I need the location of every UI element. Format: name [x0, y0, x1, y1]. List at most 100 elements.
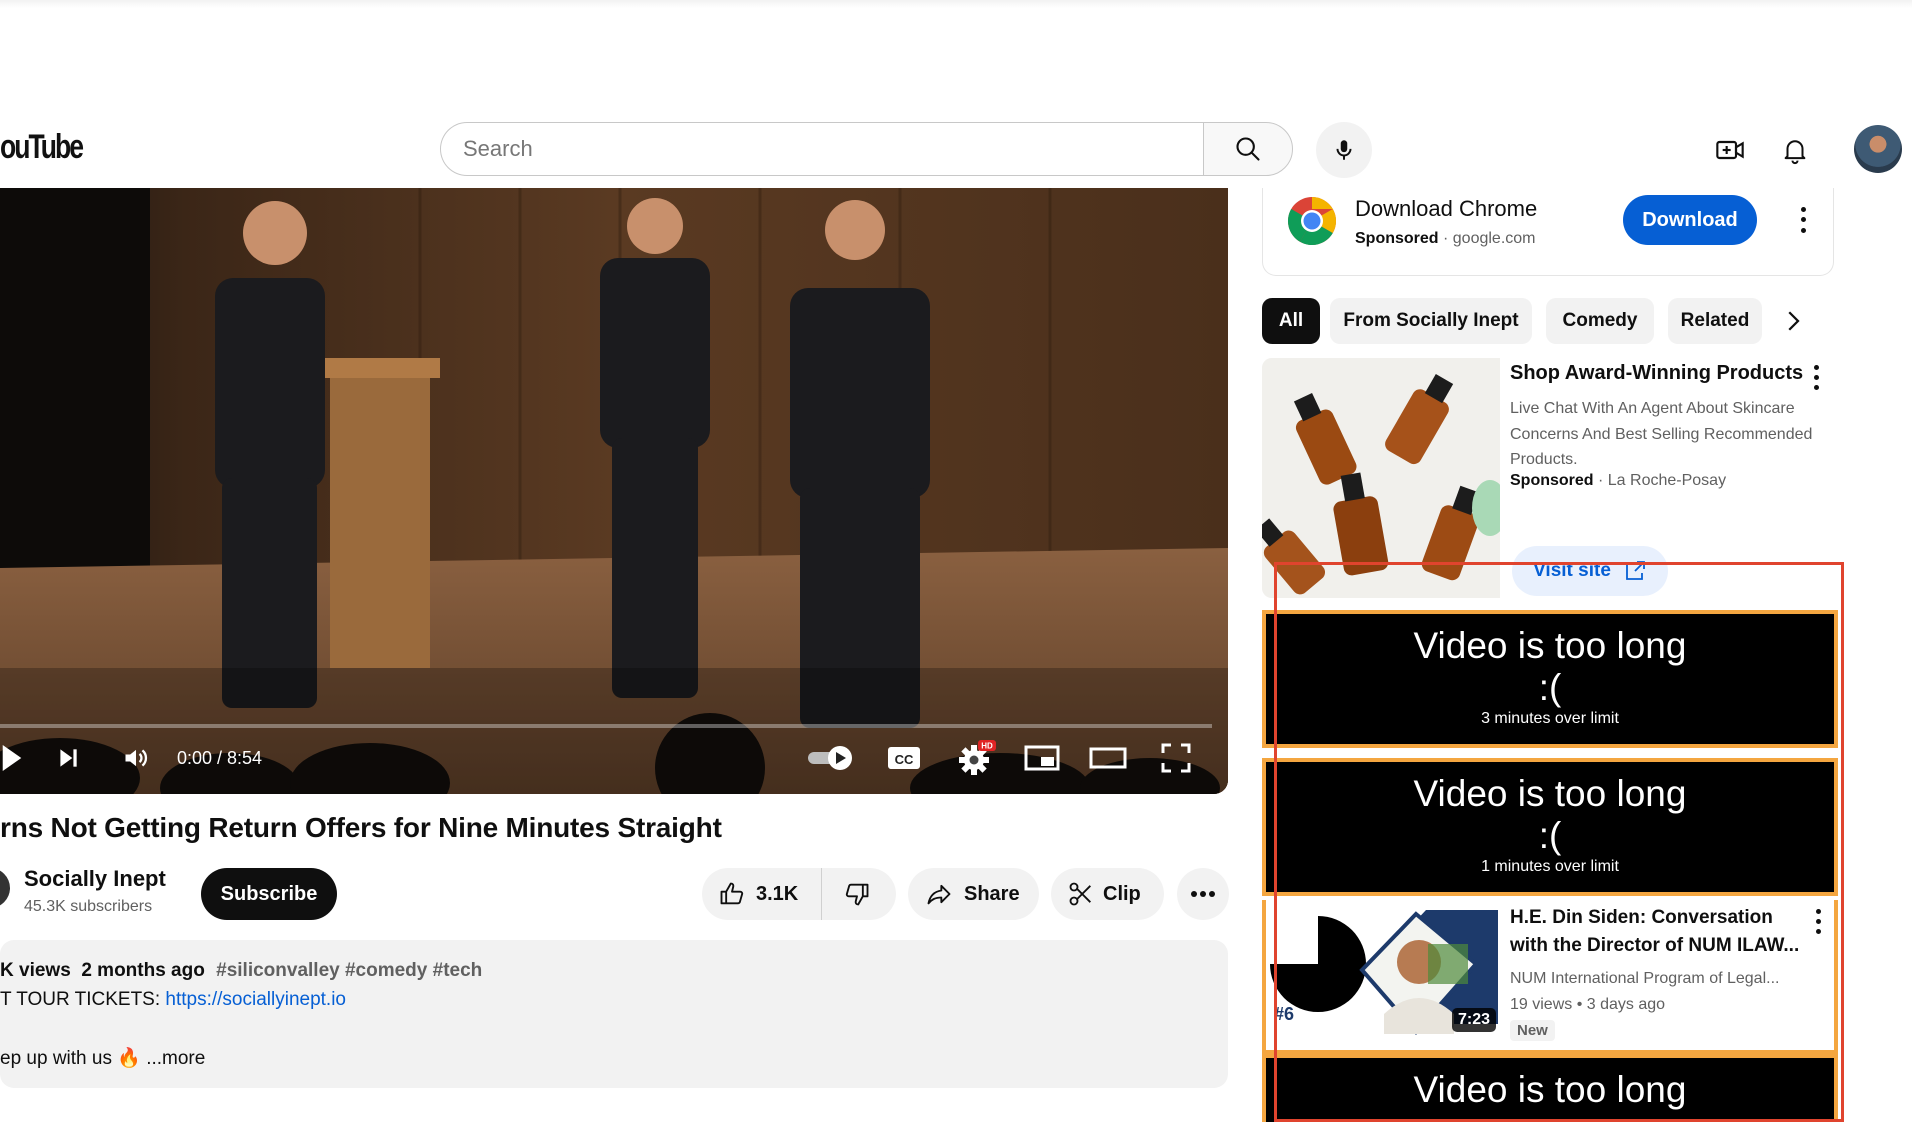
website-link[interactable]: https://sociallyinept.io: [165, 989, 346, 1010]
tour-tickets-text: T TOUR TICKETS:: [0, 989, 166, 1010]
cc-icon: CC: [888, 747, 920, 769]
autoplay-toggle-icon: [808, 746, 852, 770]
chip-all[interactable]: All: [1262, 298, 1320, 344]
like-count: 3.1K: [756, 882, 799, 905]
thumbs-up-icon: [720, 882, 744, 905]
show-more-link[interactable]: ...more: [146, 1048, 205, 1069]
video-item-age: 3 days ago: [1586, 996, 1666, 1013]
kebab-dot: [1800, 217, 1806, 223]
blocked-video-card: Video is too long :( 3 minutes over limi…: [1262, 610, 1838, 748]
download-button[interactable]: Download: [1623, 195, 1757, 245]
blocked-title: Video is too long: [1413, 773, 1687, 814]
channel-name[interactable]: Socially Inept: [24, 866, 166, 892]
kebab-dot: [1815, 918, 1821, 924]
sponsored-label: Sponsored: [1510, 472, 1594, 489]
ad-domain: google.com: [1452, 230, 1536, 247]
sponsored-product-meta: Sponsored · La Roche-Posay: [1510, 472, 1727, 489]
advertiser-name: La Roche-Posay: [1607, 472, 1727, 489]
chevron-right-icon: [1788, 311, 1800, 331]
sponsored-product-thumbnail[interactable]: [1262, 358, 1500, 598]
chip-related[interactable]: Related: [1668, 298, 1762, 344]
sponsored-menu-button[interactable]: [1804, 362, 1828, 392]
recommended-video-item[interactable]: #6 7:23 H.E. Din Siden: Conversation wit…: [1262, 900, 1838, 1054]
view-count: K views: [0, 960, 71, 981]
visit-site-button[interactable]: Visit site: [1512, 546, 1668, 596]
notifications-button[interactable]: [1771, 126, 1819, 174]
next-button[interactable]: [50, 740, 86, 776]
miniplayer-icon: [1024, 745, 1060, 771]
play-icon: [2, 745, 22, 771]
more-actions-button[interactable]: [1177, 868, 1229, 920]
captions-button[interactable]: CC: [886, 742, 922, 774]
user-avatar[interactable]: [1854, 125, 1902, 173]
kebab-dot: [1815, 908, 1821, 914]
serum-bottles-image: [1262, 358, 1500, 598]
video-thumbnail[interactable]: #6 7:23: [1266, 904, 1504, 1038]
video-item-stats: 19 views • 3 days ago: [1510, 996, 1666, 1013]
keep-up-text: ep up with us: [0, 1048, 112, 1069]
blocked-detail: 3 minutes over limit: [1481, 710, 1619, 727]
chip-from-socially-inept[interactable]: From Socially Inept: [1330, 298, 1532, 344]
search-button[interactable]: [1203, 122, 1293, 176]
video-item-title[interactable]: H.E. Din Siden: Conversation with the Di…: [1510, 904, 1810, 960]
ad-menu-button[interactable]: [1791, 204, 1815, 236]
kebab-dot: [1815, 928, 1821, 934]
blocked-video-card: Video is too long :( 1 minutes over limi…: [1262, 758, 1838, 896]
fire-emoji: 🔥: [117, 1048, 141, 1069]
like-button[interactable]: 3.1K: [702, 868, 822, 920]
video-item-channel[interactable]: NUM International Program of Legal...: [1510, 970, 1779, 988]
theater-button[interactable]: [1088, 742, 1128, 774]
sponsored-product-description: Live Chat With An Agent About Skincare C…: [1510, 400, 1813, 469]
miniplayer-button[interactable]: [1022, 742, 1062, 774]
chip-comedy[interactable]: Comedy: [1546, 298, 1654, 344]
blocked-face: :(: [1538, 667, 1562, 708]
search-icon: [1236, 137, 1260, 161]
hashtags[interactable]: #siliconvalley #comedy #tech: [216, 960, 482, 981]
video-duration: 7:23: [1451, 1008, 1496, 1032]
kebab-dot: [1813, 384, 1819, 390]
thumbnail-number: #6: [1274, 1004, 1295, 1024]
chrome-ad-card[interactable]: Download Chrome Sponsored · google.com D…: [1262, 188, 1834, 276]
fullscreen-icon: [1161, 743, 1191, 773]
upload-date: 2 months ago: [81, 960, 205, 981]
kebab-dot: [1800, 206, 1806, 212]
create-button[interactable]: [1706, 126, 1754, 174]
autoplay-toggle[interactable]: [806, 742, 856, 774]
bell-icon: [1784, 140, 1806, 165]
clip-label: Clip: [1103, 882, 1141, 905]
share-label: Share: [964, 882, 1020, 905]
video-item-menu-button[interactable]: [1806, 906, 1830, 936]
description-box[interactable]: K views 2 months ago #siliconvalley #com…: [0, 940, 1228, 1088]
chips-next-button[interactable]: [1778, 306, 1808, 336]
sponsored-product-title[interactable]: Shop Award-Winning Products: [1510, 362, 1803, 385]
share-icon: [927, 884, 951, 905]
more-horizontal-icon: [1191, 891, 1215, 897]
sponsored-label: Sponsored: [1355, 230, 1439, 247]
video-player[interactable]: 0:00 / 8:54 CC HD: [0, 188, 1228, 794]
play-button[interactable]: [0, 740, 24, 776]
channel-avatar[interactable]: [0, 868, 10, 908]
subscribe-button[interactable]: Subscribe: [201, 868, 337, 920]
video-title: rns Not Getting Return Offers for Nine M…: [0, 812, 722, 843]
voice-search-button[interactable]: [1316, 122, 1372, 178]
settings-button[interactable]: HD: [954, 738, 998, 778]
blocked-video-card: Video is too long: [1262, 1054, 1838, 1122]
dislike-button[interactable]: [822, 868, 892, 920]
blocked-title: Video is too long: [1413, 625, 1687, 666]
ad-subtitle: Sponsored · google.com: [1355, 230, 1536, 247]
description-line: T TOUR TICKETS: https://sociallyinept.io: [0, 989, 346, 1011]
youtube-logo[interactable]: ouTube: [0, 128, 84, 167]
ad-title[interactable]: Download Chrome: [1355, 196, 1537, 222]
fullscreen-button[interactable]: [1158, 742, 1194, 774]
subscriber-count: 45.3K subscribers: [24, 898, 153, 915]
external-link-icon: [1626, 561, 1645, 580]
volume-button[interactable]: [116, 740, 156, 776]
video-item-views: 19 views: [1510, 996, 1573, 1013]
search-box[interactable]: [440, 122, 1203, 176]
share-button[interactable]: Share: [908, 868, 1039, 920]
search-input[interactable]: [463, 123, 1163, 175]
blocked-face: :(: [1538, 815, 1562, 856]
visit-site-label: Visit site: [1533, 560, 1611, 581]
progress-bar[interactable]: [0, 724, 1212, 728]
clip-button[interactable]: Clip: [1051, 868, 1164, 920]
